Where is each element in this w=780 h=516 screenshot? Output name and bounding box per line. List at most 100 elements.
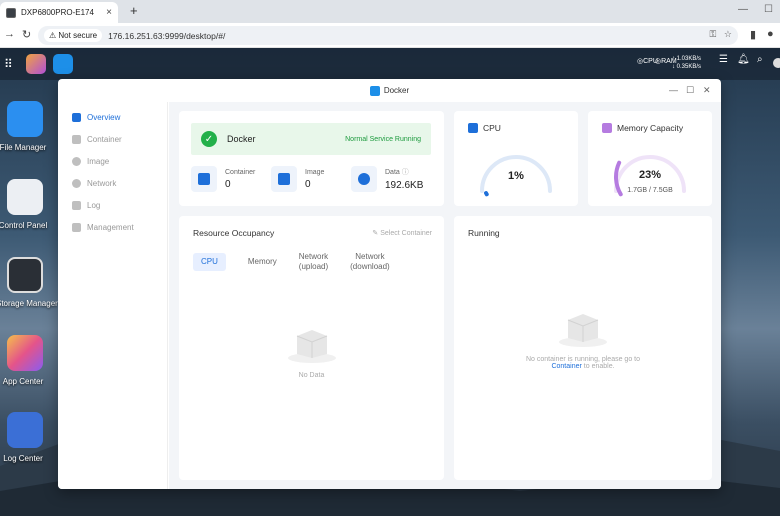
sidebar-item-image[interactable]: Image	[58, 150, 167, 172]
service-name: Docker	[227, 134, 256, 144]
sidebar-item-network[interactable]: Network	[58, 172, 167, 194]
resource-occupancy-card: Resource Occupancy ✎ Select Container CP…	[179, 216, 444, 480]
desktop-icon-storage-manager[interactable]: Storage Manager	[0, 257, 58, 308]
container-cube-icon	[72, 134, 81, 144]
stat-data: Data ⓘ 192.6KB	[351, 166, 423, 192]
sliders-icon	[7, 179, 43, 215]
minimize-icon[interactable]: —	[669, 85, 678, 95]
tab-memory[interactable]: Memory	[248, 257, 277, 267]
overview-content: ✓ Docker Normal Service Running Containe…	[169, 102, 721, 489]
cpu-chip-icon	[468, 123, 478, 133]
stat-image[interactable]: Image 0	[271, 166, 324, 192]
net-download: ↓ 0.35KB/s	[672, 64, 702, 70]
net-upload: ↑ 1.03KB/s	[672, 56, 702, 62]
stat-container[interactable]: Container 0	[191, 166, 255, 192]
sidebar-item-label: Overview	[87, 112, 121, 122]
memory-card: Memory Capacity 23% 1.7GB / 7.5GB	[588, 111, 712, 206]
maximize-window-icon[interactable]: ☐	[764, 4, 773, 15]
memory-percent: 23%	[638, 169, 662, 181]
sidebar-item-label: Management	[87, 222, 134, 232]
memory-icon	[602, 123, 612, 133]
window-title: Docker	[383, 86, 410, 95]
no-data-text: No Data	[298, 372, 325, 379]
browser-tab[interactable]: DXP6800PRO-E174 ×	[0, 2, 118, 23]
sidebar-item-label: Log	[87, 200, 101, 210]
empty-message: No container is running, please go to	[525, 356, 641, 363]
browser-tabbar: DXP6800PRO-E174 × + — ☐	[0, 0, 780, 23]
window-titlebar[interactable]: Docker	[58, 79, 721, 102]
close-icon[interactable]: ✕	[703, 85, 711, 96]
resource-card-title: Resource Occupancy	[193, 228, 275, 238]
forward-icon[interactable]: →	[4, 28, 15, 40]
app-center-taskbar-icon[interactable]	[26, 54, 46, 74]
tab-close-icon[interactable]: ×	[106, 7, 112, 18]
stat-label: Image	[305, 168, 325, 176]
empty-message-suffix: to enable.	[583, 363, 615, 370]
app-center-icon	[7, 335, 43, 371]
running-empty-state: No container is running, please go to Co…	[454, 308, 712, 370]
management-stack-icon	[72, 222, 81, 232]
log-file-icon	[72, 200, 81, 210]
sidebar-item-log[interactable]: Log	[58, 194, 167, 216]
desktop-icon-file-manager[interactable]: File Manager	[0, 101, 50, 152]
omnibox[interactable]: ⚠ Not secure 176.16.251.63:9999/desktop/…	[38, 26, 738, 45]
search-icon[interactable]: ⌕	[757, 54, 763, 65]
tab-cpu[interactable]: CPU	[193, 253, 226, 271]
database-icon	[351, 166, 377, 192]
tab-title: DXP6800PRO-E174	[21, 8, 94, 17]
not-secure-badge[interactable]: ⚠ Not secure	[44, 29, 103, 42]
cpu-gauge	[480, 155, 552, 197]
browser-addressbar: → ↻ ⚠ Not secure 176.16.251.63:9999/desk…	[0, 23, 780, 48]
cpu-card-title: CPU	[468, 123, 501, 133]
running-card: Running No container is running, please …	[454, 216, 712, 480]
info-icon[interactable]: ⓘ	[402, 169, 409, 176]
key-icon[interactable]: ⚿	[710, 29, 717, 39]
docker-taskbar-icon[interactable]	[53, 54, 73, 74]
desktop-icon-label: Storage Manager	[0, 299, 58, 308]
service-status-bar: ✓ Docker Normal Service Running	[191, 123, 431, 155]
memory-card-title: Memory Capacity	[602, 123, 683, 133]
sidebar-item-overview[interactable]: Overview	[58, 106, 167, 128]
cpu-card: CPU 1%	[454, 111, 578, 206]
container-cube-icon	[191, 166, 217, 192]
omnibox-actions: ⚿ ☆	[710, 29, 732, 40]
bookmark-star-icon[interactable]: ☆	[724, 29, 732, 39]
tab-network-download[interactable]: Network (download)	[350, 252, 390, 272]
desktop-icon-label: File Manager	[0, 143, 47, 152]
maximize-icon[interactable]: ☐	[686, 85, 694, 96]
select-container-button[interactable]: ✎ Select Container	[372, 229, 432, 237]
desktop-icon-label: Control Panel	[0, 221, 48, 230]
app-grid-icon[interactable]: ⠿	[4, 57, 13, 71]
sidebar-item-management[interactable]: Management	[58, 216, 167, 238]
sidebar-item-label: Network	[87, 178, 117, 188]
network-speed[interactable]: ↑ 1.03KB/s ↓ 0.35KB/s	[672, 55, 701, 71]
container-link[interactable]: Container	[551, 363, 581, 370]
minimize-window-icon[interactable]: —	[738, 4, 748, 15]
stat-label: Container	[225, 168, 256, 176]
desktop-icon-app-center[interactable]: App Center	[0, 335, 50, 386]
cpu-percent: 1%	[508, 170, 524, 182]
new-tab-button[interactable]: +	[130, 3, 138, 18]
service-status-text: Normal Service Running	[345, 135, 421, 143]
tasks-icon[interactable]: ☰	[719, 54, 728, 65]
reload-icon[interactable]: ↻	[22, 28, 31, 41]
desktop-icon-log-center[interactable]: Log Center	[0, 412, 50, 463]
stat-value: 0	[225, 178, 231, 190]
no-data-placeholder: No Data	[179, 324, 444, 379]
notification-bell-icon[interactable]: 🔔︎	[737, 54, 750, 65]
tab-network-upload[interactable]: Network (upload)	[299, 252, 328, 272]
user-avatar[interactable]	[773, 58, 780, 68]
docker-window: Docker — ☐ ✕ Overview Container Image Ne…	[58, 79, 721, 489]
profile-avatar-icon[interactable]: ●	[767, 28, 774, 40]
hard-drive-icon	[7, 257, 43, 293]
empty-box-icon	[559, 314, 607, 347]
sidebar-item-label: Image	[87, 156, 110, 166]
empty-box-icon	[287, 330, 336, 363]
sidepanel-icon[interactable]: ▮	[750, 28, 756, 41]
stat-value: 0	[305, 178, 311, 190]
docker-logo-icon	[369, 85, 380, 96]
desktop-icon-control-panel[interactable]: Control Panel	[0, 179, 50, 230]
url-text[interactable]: 176.16.251.63:9999/desktop/#/	[108, 31, 225, 41]
network-globe-icon	[72, 178, 81, 188]
sidebar-item-container[interactable]: Container	[58, 128, 167, 150]
